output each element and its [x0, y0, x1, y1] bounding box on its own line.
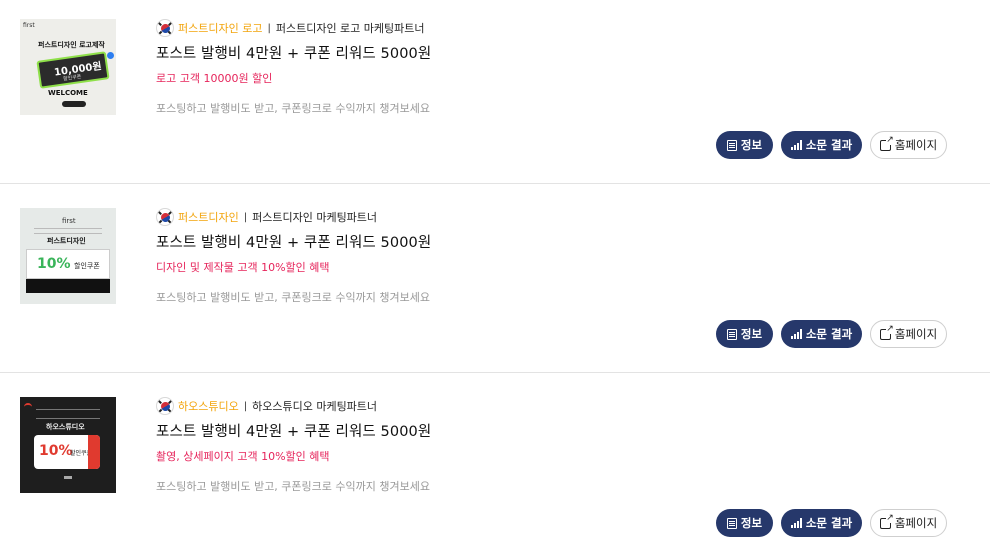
document-icon	[726, 328, 737, 340]
rumor-result-button[interactable]: 소문 결과	[781, 131, 862, 159]
thumb-pill	[62, 101, 86, 107]
promo-text: 디자인 및 제작물 고객 10%할인 혜택	[156, 261, 330, 274]
thumb-sub: 할인쿠폰	[62, 73, 82, 83]
brand-name[interactable]: 퍼스트디자인 로고	[178, 20, 262, 36]
separator: |	[243, 211, 248, 223]
item-title[interactable]: 포스트 발행비 4만원 + 쿠폰 리워드 5000원	[156, 42, 431, 63]
homepage-button[interactable]: 홈페이지	[870, 131, 947, 159]
thumb-ticket: 10,000원 할인쿠폰	[36, 51, 110, 89]
item-thumbnail[interactable]: 하오스튜디오 10% 할인쿠폰	[20, 397, 116, 493]
thumb-dot	[64, 476, 72, 479]
thumb-red-tab	[88, 435, 100, 469]
korea-flag-icon	[156, 208, 174, 226]
thumb-logo: first	[62, 217, 76, 225]
blue-dot-icon	[107, 52, 114, 59]
signal-bars-icon	[790, 518, 802, 528]
thumb-lines	[36, 409, 100, 419]
korea-flag-icon	[156, 19, 174, 37]
description: 포스팅하고 발행비도 받고, 쿠폰링크로 수익까지 챙겨보세요	[156, 291, 430, 304]
partner-name: 퍼스트디자인 로고 마케팅파트너	[275, 22, 425, 35]
partner-name: 퍼스트디자인 마케팅파트너	[252, 211, 378, 224]
external-link-icon	[879, 512, 894, 529]
list-item: 하오스튜디오 10% 할인쿠폰 하오스튜디오 | 하오스튜디오 마케팅파트너 포…	[0, 378, 990, 558]
thumb-coupon: 10% 할인쿠폰	[34, 435, 100, 469]
info-button[interactable]: 정보	[716, 320, 773, 348]
description: 포스팅하고 발행비도 받고, 쿠폰링크로 수익까지 챙겨보세요	[156, 102, 430, 115]
thumb-footer: WELCOME	[48, 89, 88, 97]
list-item: first 퍼스트디자인 로고제작 10,000원 할인쿠폰 WELCOME 퍼…	[0, 0, 990, 184]
document-icon	[726, 139, 737, 151]
homepage-button[interactable]: 홈페이지	[870, 509, 947, 537]
external-link-icon	[879, 134, 894, 151]
signal-bars-icon	[790, 329, 802, 339]
homepage-button[interactable]: 홈페이지	[870, 320, 947, 348]
rumor-result-button[interactable]: 소문 결과	[781, 509, 862, 537]
thumb-big: 10%	[37, 256, 71, 272]
promo-text: 촬영, 상세페이지 고객 10%할인 혜택	[156, 450, 330, 463]
thumb-bottom-bar	[26, 279, 110, 293]
thumb-lines	[34, 228, 102, 234]
promo-text: 로고 고객 10000원 할인	[156, 72, 273, 85]
rumor-result-button[interactable]: 소문 결과	[781, 320, 862, 348]
brand-name[interactable]: 퍼스트디자인	[178, 209, 239, 225]
separator: |	[267, 22, 271, 34]
description: 포스팅하고 발행비도 받고, 쿠폰링크로 수익까지 챙겨보세요	[156, 480, 430, 493]
document-icon	[726, 517, 737, 529]
item-title[interactable]: 포스트 발행비 4만원 + 쿠폰 리워드 5000원	[156, 231, 431, 252]
thumb-tag: 하오스튜디오	[46, 423, 85, 431]
info-button[interactable]: 정보	[716, 131, 773, 159]
item-title[interactable]: 포스트 발행비 4만원 + 쿠폰 리워드 5000원	[156, 420, 431, 441]
info-button[interactable]: 정보	[716, 509, 773, 537]
divider	[0, 183, 990, 184]
thumb-sub: 할인쿠폰	[74, 262, 100, 270]
thumb-logo: first	[23, 22, 35, 29]
divider	[0, 372, 990, 373]
thumb-coupon: 10% 할인쿠폰	[26, 249, 110, 279]
item-thumbnail[interactable]: first 퍼스트디자인 로고제작 10,000원 할인쿠폰 WELCOME	[20, 19, 116, 115]
wifi-icon	[24, 403, 32, 411]
korea-flag-icon	[156, 397, 174, 415]
list-item: first 퍼스트디자인 10% 할인쿠폰 퍼스트디자인 | 퍼스트디자인 마케…	[0, 189, 990, 373]
separator: |	[243, 400, 248, 412]
item-thumbnail[interactable]: first 퍼스트디자인 10% 할인쿠폰	[20, 208, 116, 304]
external-link-icon	[879, 323, 894, 340]
brand-name[interactable]: 하오스튜디오	[178, 398, 239, 414]
thumb-tag: 퍼스트디자인 로고제작	[38, 41, 105, 49]
signal-bars-icon	[790, 140, 802, 150]
partner-name: 하오스튜디오 마케팅파트너	[252, 400, 378, 413]
thumb-tag: 퍼스트디자인	[47, 237, 86, 245]
thumb-big: 10%	[39, 443, 73, 459]
